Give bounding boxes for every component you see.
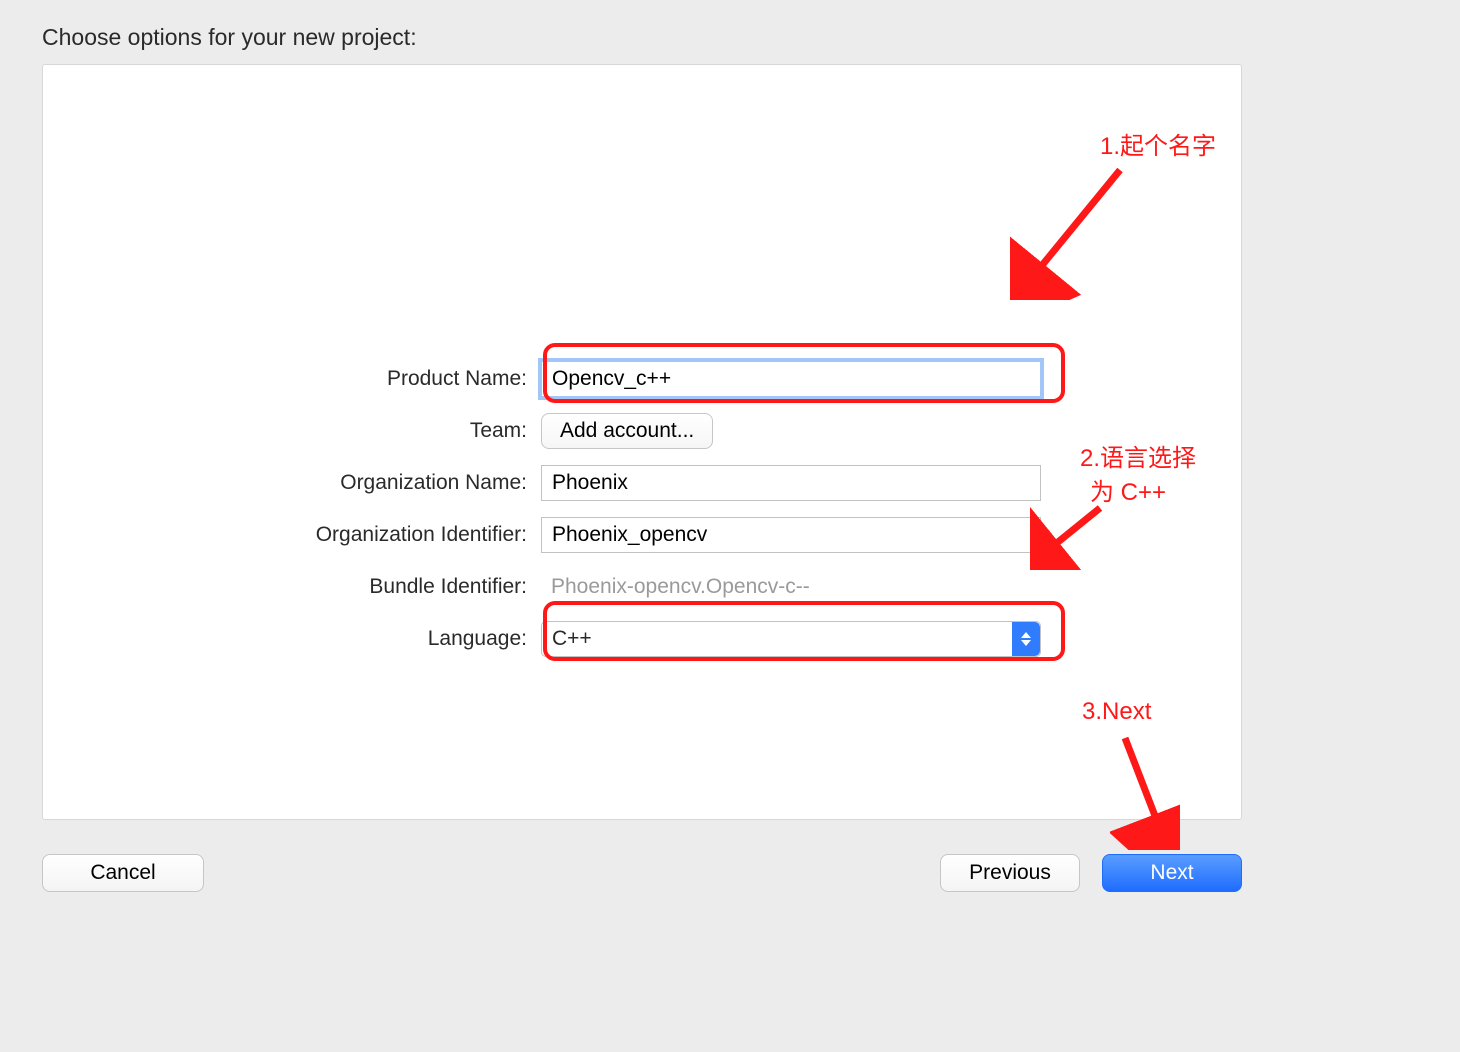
annotation-3: 3.Next [1082,698,1151,726]
org-name-input[interactable] [541,465,1041,501]
row-language: Language: C++ [43,613,1241,665]
project-options-form: Product Name: Team: Add account... Organ… [43,353,1241,665]
annotation-2-line2: 为 C++ [1090,472,1166,507]
product-name-input[interactable] [541,361,1041,397]
row-org-name: Organization Name: [43,457,1241,509]
updown-icon [1012,622,1040,656]
row-product-name: Product Name: [43,353,1241,405]
language-select-value: C++ [542,627,1012,651]
bundle-id-value: Phoenix-opencv.Opencv-c-- [541,575,810,598]
row-bundle-id: Bundle Identifier: Phoenix-opencv.Opencv… [43,561,1241,613]
previous-button[interactable]: Previous [940,854,1080,892]
bundle-id-label: Bundle Identifier: [43,575,541,599]
org-name-label: Organization Name: [43,471,541,495]
product-name-label: Product Name: [43,367,541,391]
page-title: Choose options for your new project: [42,24,417,51]
cancel-button[interactable]: Cancel [42,854,204,892]
row-team: Team: Add account... [43,405,1241,457]
annotation-1: 1.起个名字 [1100,126,1216,161]
language-select[interactable]: C++ [541,621,1041,657]
team-label: Team: [43,419,541,443]
options-panel: Product Name: Team: Add account... Organ… [42,64,1242,820]
annotation-2-line1: 2.语言选择 [1080,438,1196,473]
add-account-button[interactable]: Add account... [541,413,713,449]
next-button[interactable]: Next [1102,854,1242,892]
language-label: Language: [43,627,541,651]
org-id-input[interactable] [541,517,1041,553]
org-id-label: Organization Identifier: [43,523,541,547]
row-org-id: Organization Identifier: [43,509,1241,561]
